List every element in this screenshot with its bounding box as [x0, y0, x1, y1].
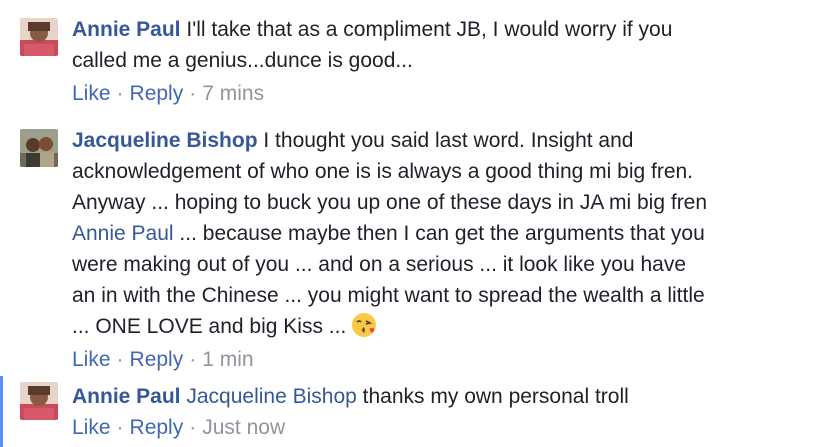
comment-actions: Like · Reply · 7 mins: [72, 80, 812, 108]
separator-dot: ·: [189, 348, 197, 371]
avatar-annie-paul[interactable]: [20, 382, 58, 420]
mention-link[interactable]: Annie Paul: [72, 222, 174, 245]
reply-button[interactable]: Reply: [130, 82, 184, 105]
reply-button[interactable]: Reply: [130, 348, 184, 371]
comment-text: Jacqueline Bishop I thought you said las…: [72, 125, 812, 342]
mention-link[interactable]: Jacqueline Bishop: [186, 385, 356, 408]
avatar-annie-paul[interactable]: [20, 18, 58, 56]
comment-thread: Annie Paul I'll take that as a complimen…: [0, 0, 840, 447]
comment-line: I thought you said last word. Insight an…: [263, 129, 634, 152]
separator-dot: ·: [189, 416, 197, 439]
annie-paul-avatar-image: [20, 382, 58, 420]
comment-item-new: Annie Paul Jacqueline Bishop thanks my o…: [0, 376, 840, 447]
comment-actions: Like · Reply · 1 min: [72, 346, 812, 374]
comment-body: Annie Paul Jacqueline Bishop thanks my o…: [72, 381, 812, 442]
like-button[interactable]: Like: [72, 416, 111, 439]
comment-item: Jacqueline Bishop I thought you said las…: [0, 125, 840, 371]
comment-text: Annie Paul I'll take that as a complimen…: [72, 14, 812, 76]
comment-line: called me a genius...dunce is good...: [72, 49, 413, 72]
separator-dot: ·: [189, 82, 197, 105]
comment-line: ... because maybe then I can get the arg…: [179, 222, 705, 245]
separator-dot: ·: [116, 416, 124, 439]
annie-paul-avatar-image: [20, 18, 58, 56]
comment-line: Anyway ... hoping to buck you up one of …: [72, 191, 708, 214]
comment-text: Annie Paul Jacqueline Bishop thanks my o…: [72, 381, 812, 412]
reply-button[interactable]: Reply: [130, 416, 184, 439]
like-button[interactable]: Like: [72, 82, 111, 105]
timestamp-link[interactable]: 7 mins: [202, 82, 264, 105]
timestamp-link[interactable]: Just now: [202, 416, 285, 439]
kissing-face-icon: [352, 313, 377, 337]
comment-body: Annie Paul I'll take that as a complimen…: [72, 14, 812, 108]
author-link[interactable]: Jacqueline Bishop: [72, 129, 258, 152]
separator-dot: ·: [116, 82, 124, 105]
comment-line: acknowledgement of who one is is always …: [72, 160, 694, 183]
author-link[interactable]: Annie Paul: [72, 385, 181, 408]
like-button[interactable]: Like: [72, 348, 111, 371]
comment-body: Jacqueline Bishop I thought you said las…: [72, 125, 812, 374]
timestamp-link[interactable]: 1 min: [202, 348, 253, 371]
comment-line: thanks my own personal troll: [362, 385, 629, 408]
jacqueline-bishop-avatar-image: [20, 129, 58, 167]
avatar-jacqueline-bishop[interactable]: [20, 129, 58, 167]
comment-line: I'll take that as a compliment JB, I wou…: [186, 18, 673, 41]
comment-line: ... ONE LOVE and big Kiss ...: [72, 315, 347, 338]
comment-line: an in with the Chinese ... you might wan…: [72, 284, 705, 307]
comment-item: Annie Paul I'll take that as a complimen…: [0, 14, 840, 114]
comment-actions: Like · Reply · Just now: [72, 414, 812, 442]
separator-dot: ·: [116, 348, 124, 371]
comment-line: were making out of you ... and on a seri…: [72, 253, 687, 276]
author-link[interactable]: Annie Paul: [72, 18, 181, 41]
